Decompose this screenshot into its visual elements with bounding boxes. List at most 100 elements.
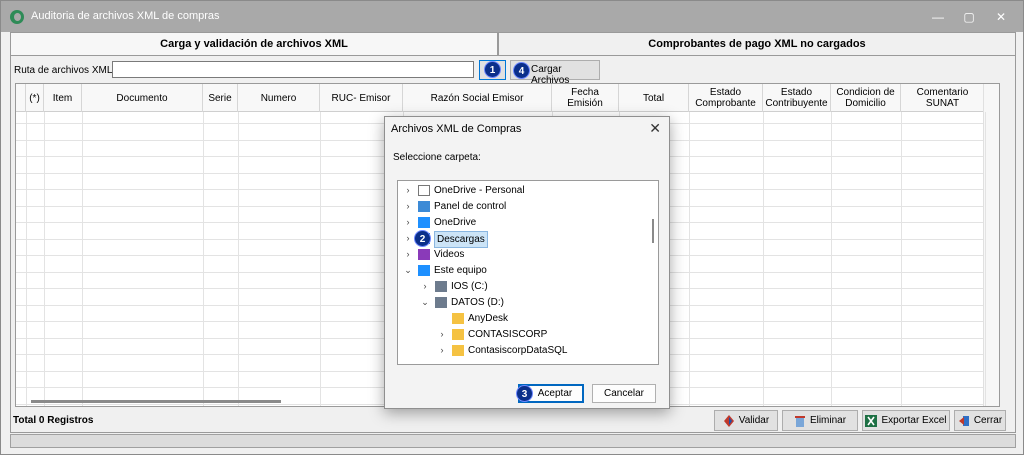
step-badge-3: 3 <box>516 385 533 402</box>
app-logo-icon <box>10 10 24 24</box>
drive-icon <box>435 281 447 292</box>
chevron-down-icon[interactable]: ⌄ <box>404 263 412 278</box>
folder-icon <box>452 313 464 324</box>
tree-item-label: Videos <box>434 249 465 260</box>
delete-icon <box>794 415 805 427</box>
tree-item[interactable]: › Panel de control <box>404 199 634 214</box>
chevron-right-icon[interactable]: › <box>404 215 412 230</box>
column-divider <box>689 112 690 406</box>
tree-item[interactable]: › IOS (C:) <box>421 279 651 294</box>
video-icon <box>418 249 430 260</box>
path-input[interactable] <box>112 61 474 78</box>
column-divider <box>203 112 204 406</box>
chevron-right-icon[interactable]: › <box>421 279 429 294</box>
tree-item-label: ContasiscorpDataSQL <box>468 345 568 356</box>
column-header[interactable]: Estado Contribuyente <box>763 84 831 112</box>
tree-scrollbar[interactable] <box>652 219 654 243</box>
tree-item-label: Descargas <box>434 231 488 248</box>
tree-item-label: AnyDesk <box>468 313 509 324</box>
column-divider <box>82 112 83 406</box>
tab-comprobantes-no-cargados[interactable]: Comprobantes de pago XML no cargados <box>498 32 1016 56</box>
excel-icon <box>865 414 878 427</box>
column-header[interactable]: Documento <box>82 84 203 112</box>
tree-item[interactable]: › ContasiscorpDataSQL <box>438 343 658 358</box>
computer-icon <box>418 265 430 276</box>
chevron-right-icon[interactable]: › <box>438 343 446 358</box>
horizontal-scrollbar[interactable] <box>31 400 281 403</box>
column-divider <box>985 112 986 406</box>
validate-icon <box>723 414 734 427</box>
status-strip <box>10 434 1016 448</box>
tree-item-label: OneDrive - Personal <box>434 185 525 196</box>
column-header[interactable]: Fecha Emisión <box>552 84 619 112</box>
tree-item-label: CONTASISCORP <box>468 329 548 340</box>
column-header[interactable]: Total <box>619 84 689 112</box>
tab-strip: Carga y validación de archivos XML Compr… <box>10 32 1016 56</box>
close-label: Cerrar <box>973 415 1003 426</box>
export-excel-label: Exportar Excel <box>881 415 947 426</box>
tree-item[interactable]: › Descargas 2 <box>404 230 634 248</box>
column-header[interactable]: Serie <box>203 84 238 112</box>
step-badge-1: 1 <box>484 61 501 78</box>
close-button[interactable]: Cerrar <box>954 410 1006 431</box>
folder-icon <box>452 329 464 340</box>
load-files-button[interactable]: 4 Cargar Archivos <box>510 60 600 86</box>
column-header[interactable]: Razón Social Emisor <box>403 84 552 112</box>
column-divider <box>763 112 764 406</box>
folder-icon <box>452 345 464 356</box>
column-divider <box>44 112 45 406</box>
step-badge-2: 2 <box>414 230 431 247</box>
tree-item[interactable]: ⌄ Este equipo <box>404 263 634 278</box>
chevron-right-icon[interactable]: › <box>438 327 446 342</box>
chevron-down-icon[interactable]: ⌄ <box>421 295 429 310</box>
column-divider <box>831 112 832 406</box>
column-divider <box>320 112 321 406</box>
column-header[interactable]: Comentario SUNAT <box>901 84 985 112</box>
exit-icon <box>958 415 969 426</box>
folder-dialog: Archivos XML de Compras ✕ Seleccione car… <box>384 116 670 409</box>
grid-header: (*) Item Documento Serie Numero RUC- Emi… <box>16 84 999 112</box>
control-panel-icon <box>418 201 430 212</box>
path-label: Ruta de archivos XML <box>14 65 113 76</box>
column-header[interactable]: Numero <box>238 84 320 112</box>
window-title: Auditoria de archivos XML de compras <box>31 10 220 22</box>
tree-item-label: Panel de control <box>434 201 507 212</box>
tree-item[interactable]: › Videos <box>404 247 634 262</box>
row-header-corner <box>16 84 26 112</box>
close-window-button[interactable]: ✕ <box>993 10 1009 24</box>
tree-item[interactable]: ⌄ DATOS (D:) <box>421 295 651 310</box>
cancel-button[interactable]: Cancelar <box>592 384 656 403</box>
column-header[interactable]: RUC- Emisor <box>320 84 403 112</box>
tree-item[interactable]: › OneDrive - Personal <box>404 183 634 198</box>
dialog-title: Archivos XML de Compras <box>391 123 522 135</box>
column-header[interactable]: Estado Comprobante <box>689 84 763 112</box>
chevron-right-icon[interactable]: › <box>404 183 412 198</box>
title-bar: Auditoria de archivos XML de compras — ▢… <box>1 1 1023 32</box>
chevron-right-icon[interactable]: › <box>404 231 412 246</box>
export-excel-button[interactable]: Exportar Excel <box>862 410 950 431</box>
delete-button[interactable]: Eliminar <box>782 410 858 431</box>
browse-button[interactable]: 1 <box>479 60 506 80</box>
tree-item[interactable]: › CONTASISCORP <box>438 327 658 342</box>
minimize-button[interactable]: — <box>930 10 946 24</box>
validate-label: Validar <box>738 415 770 426</box>
drive-icon <box>435 297 447 308</box>
maximize-button[interactable]: ▢ <box>961 10 977 24</box>
chevron-right-icon[interactable]: › <box>404 247 412 262</box>
tree-item-label: OneDrive <box>434 217 477 228</box>
validate-button[interactable]: Validar <box>714 410 778 431</box>
records-count: Total 0 Registros <box>13 415 94 426</box>
tree-item[interactable]: › OneDrive <box>404 215 634 230</box>
tree-item[interactable]: AnyDesk <box>438 311 658 326</box>
dialog-close-button[interactable]: ✕ <box>649 120 661 137</box>
chevron-right-icon[interactable]: › <box>404 199 412 214</box>
column-header[interactable]: (*) <box>26 84 44 112</box>
column-divider <box>238 112 239 406</box>
tree-item-label: IOS (C:) <box>451 281 488 292</box>
folder-tree[interactable]: › OneDrive - Personal › Panel de control › On… <box>397 180 659 365</box>
column-header[interactable]: Condicion de Domicilio <box>831 84 901 112</box>
column-divider <box>901 112 902 406</box>
step-badge-4: 4 <box>513 62 530 79</box>
column-header[interactable]: Item <box>44 84 82 112</box>
tab-carga-validacion[interactable]: Carga y validación de archivos XML <box>10 32 498 56</box>
